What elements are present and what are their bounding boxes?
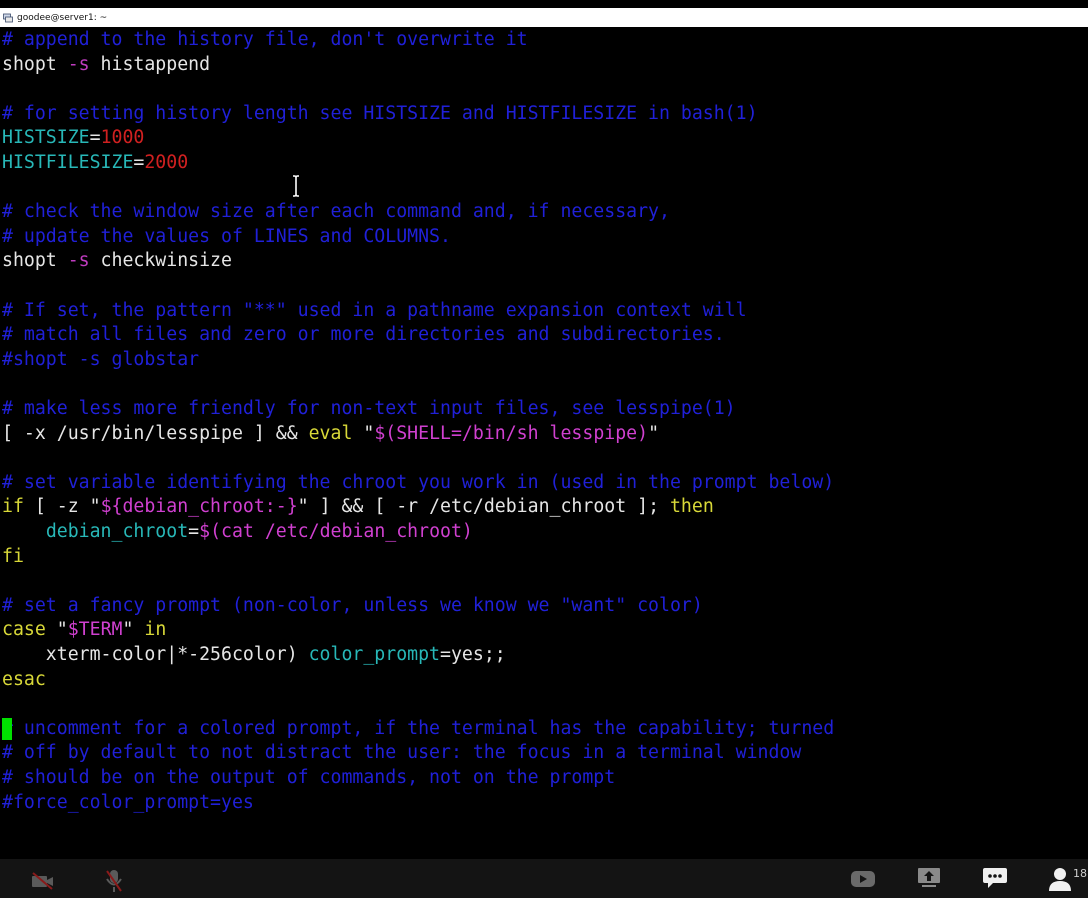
terminal-token-comment: #shopt -s globstar (2, 348, 200, 370)
terminal-token-plain: = (89, 127, 101, 149)
participants-icon[interactable] (1047, 866, 1073, 892)
terminal-line: if [ -z "${debian_chroot:-}" ] && [ -r /… (2, 495, 714, 520)
terminal-line: xterm-color|*-256color) color_prompt=yes… (2, 643, 506, 668)
camera-off-icon[interactable] (30, 870, 56, 892)
terminal-token-plain: = (188, 521, 200, 542)
terminal-line: # should be on the output of commands, n… (2, 766, 615, 791)
terminal-token-plain: shopt (2, 250, 68, 272)
terminal-token-comment: # update the values of LINES and COLUMNS… (2, 225, 451, 247)
terminal-line: [ -x /usr/bin/lesspipe ] && eval "$(SHEL… (2, 422, 659, 447)
terminal-token-comment: # check the window size after each comma… (2, 201, 670, 223)
window-title: goodee@server1: ~ (17, 12, 108, 23)
terminal-token-plain: checkwinsize (89, 250, 232, 272)
chat-icon[interactable] (982, 866, 1008, 890)
terminal-line: debian_chroot=$(cat /etc/debian_chroot) (2, 520, 473, 545)
video-share-icon[interactable] (850, 868, 876, 890)
terminal-token-plain: " (45, 619, 68, 641)
terminal-token-comment: # set a fancy prompt (non-color, unless … (2, 594, 703, 616)
terminal-token-plain: xterm-color|*-256color) (2, 644, 309, 665)
terminal-token-str: $(SHELL=/bin/sh lesspipe) (374, 422, 649, 444)
terminal-token-kw: in (144, 619, 167, 641)
terminal-token-flag: -s (67, 250, 90, 272)
terminal-line: # match all files and zero or more direc… (2, 323, 725, 348)
terminal-token-plain: shopt (2, 53, 68, 75)
terminal-token-comment: # should be on the output of commands, n… (2, 767, 616, 788)
terminal-token-plain: =yes;; (440, 644, 506, 665)
terminal-screen[interactable]: # append to the history file, don't over… (0, 27, 1088, 859)
terminal-token-str: $(cat /etc/debian_chroot) (199, 521, 473, 542)
terminal-line: # off by default to not distract the use… (2, 741, 801, 766)
terminal-token-comment: # set variable identifying the chroot yo… (2, 471, 835, 493)
terminal-line: HISTSIZE=1000 (2, 126, 144, 151)
terminal-token-var: HISTFILESIZE (2, 152, 134, 173)
terminal-token-plain: [ -x /usr/bin/lesspipe ] && (2, 422, 309, 444)
terminal-token-comment: # If set, the pattern "**" used in a pat… (2, 299, 747, 321)
terminal-cursor (2, 717, 12, 740)
terminal-token-var: HISTSIZE (2, 127, 90, 149)
text-cursor-ibeam-icon (293, 175, 299, 197)
terminal-token-comment: # make less more friendly for non-text i… (2, 398, 736, 419)
terminal-line: # check the window size after each comma… (2, 200, 670, 225)
terminal-line: # for setting history length see HISTSIZ… (2, 102, 758, 127)
terminal-token-kw: esac (2, 668, 46, 690)
terminal-line: shopt -s histappend (2, 53, 210, 78)
terminal-line: # make less more friendly for non-text i… (2, 397, 736, 422)
terminal-token-comment: #force_color_prompt=yes (2, 791, 254, 813)
terminal-token-plain: " (648, 422, 660, 444)
terminal-token-var: color_prompt (308, 644, 441, 665)
terminal-token-comment: # for setting history length see HISTSIZ… (2, 102, 758, 124)
terminal-token-str: ${debian_chroot:-} (100, 496, 298, 518)
terminal-token-plain: " ] && [ -r /etc/debian_chroot ]; (297, 496, 670, 518)
terminal-line: esac (2, 668, 46, 693)
terminal-token-num: 1000 (100, 127, 145, 149)
terminal-token-comment: # uncomment for a colored prompt, if the… (2, 717, 835, 739)
terminal-line: HISTFILESIZE=2000 (2, 151, 188, 176)
participant-count-badge: 18 (1073, 867, 1087, 880)
screen-share-icon[interactable] (916, 866, 942, 890)
terminal-line: # uncomment for a colored prompt, if the… (2, 717, 834, 742)
terminal-line: shopt -s checkwinsize (2, 249, 232, 274)
terminal-line: # append to the history file, don't over… (2, 28, 528, 53)
terminal-token-plain: [ -z " (23, 496, 101, 518)
terminal-token-eval: eval (308, 422, 353, 444)
terminal-line: #shopt -s globstar (2, 348, 199, 373)
terminal-token-kw: if (2, 496, 24, 518)
terminal-line: case "$TERM" in (2, 618, 166, 643)
terminal-line: # set a fancy prompt (non-color, unless … (2, 594, 703, 619)
terminal-token-kw: case (2, 619, 46, 641)
terminal-app-icon (3, 13, 13, 23)
terminal-line: # update the values of LINES and COLUMNS… (2, 225, 451, 250)
terminal-line: fi (2, 545, 24, 570)
terminal-token-flag: -s (67, 53, 90, 75)
terminal-token-plain: histappend (89, 53, 211, 75)
terminal-token-num: 2000 (144, 152, 189, 173)
terminal-line: # set variable identifying the chroot yo… (2, 471, 834, 496)
terminal-token-plain (2, 521, 46, 542)
mic-off-icon[interactable] (104, 868, 124, 894)
terminal-token-comment: # off by default to not distract the use… (2, 742, 802, 764)
terminal-token-var: debian_chroot (45, 521, 189, 542)
terminal-line: #force_color_prompt=yes (2, 791, 254, 816)
terminal-token-plain: " (122, 619, 145, 641)
window-titlebar: goodee@server1: ~ (0, 8, 1088, 27)
terminal-token-comment: # append to the history file, don't over… (2, 29, 528, 50)
terminal-token-kw: then (669, 496, 714, 518)
terminal-token-str: $TERM (67, 619, 123, 641)
terminal-token-plain: = (133, 152, 145, 173)
terminal-token-plain: " (352, 422, 375, 444)
terminal-token-comment: # match all files and zero or more direc… (2, 324, 725, 346)
terminal-line: # If set, the pattern "**" used in a pat… (2, 299, 747, 324)
terminal-token-kw: fi (2, 545, 24, 567)
